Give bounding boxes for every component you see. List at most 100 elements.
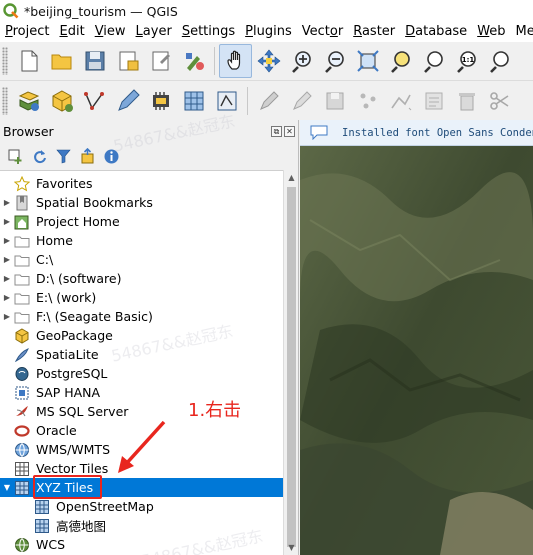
zoom-full-icon — [356, 50, 379, 72]
browser-item-star[interactable]: Favorites — [0, 174, 283, 193]
menu-raster[interactable]: Raster — [348, 22, 400, 42]
browser-item-wcs[interactable]: WCS — [0, 535, 283, 554]
browser-item-label: WCS — [36, 537, 66, 552]
browser-item-bookmark[interactable]: ▶ Spatial Bookmarks — [0, 193, 283, 212]
toolbar-separator — [214, 47, 215, 75]
toggle-editing-button[interactable] — [252, 84, 285, 118]
layout-manager-button[interactable] — [144, 44, 177, 78]
zoom-to-selection-button[interactable] — [384, 44, 417, 78]
open-project-button[interactable] — [45, 44, 78, 78]
delete-selected-button[interactable] — [450, 84, 483, 118]
svg-text:1:1: 1:1 — [461, 56, 474, 64]
vector-tiles-icon — [14, 461, 30, 477]
menu-edit[interactable]: Edit — [55, 22, 90, 42]
expanded-arrow-icon[interactable]: ▼ — [0, 483, 14, 492]
geopackage-icon — [14, 327, 30, 344]
browser-item-label: OpenStreetMap — [56, 499, 154, 514]
browser-item-label: Favorites — [36, 176, 93, 191]
vertex-editor-icon — [217, 91, 236, 110]
refresh-button[interactable] — [29, 146, 49, 166]
browser-item-xyz-layer[interactable]: OpenStreetMap — [0, 497, 283, 516]
new-project-button[interactable] — [12, 44, 45, 78]
browser-tree-scrollbar[interactable]: ▲ ▼ — [283, 170, 298, 555]
menu-layer[interactable]: Layer — [131, 22, 177, 42]
collapsed-arrow-icon[interactable]: ▶ — [0, 236, 14, 245]
scroll-up-arrow[interactable]: ▲ — [284, 170, 299, 185]
cut-features-button[interactable] — [483, 84, 516, 118]
browser-item-xyz-layer[interactable]: 高德地图 — [0, 516, 283, 535]
collapsed-arrow-icon[interactable]: ▶ — [0, 312, 14, 321]
message-bar: Installed font Open Sans Condens — [300, 120, 533, 146]
pan-map-button[interactable] — [219, 44, 252, 78]
menu-web[interactable]: Web — [472, 22, 510, 42]
style-manager-button[interactable] — [177, 44, 210, 78]
browser-item-postgresql[interactable]: PostgreSQL — [0, 364, 283, 383]
collapsed-arrow-icon[interactable]: ▶ — [0, 217, 14, 226]
scroll-thumb[interactable] — [287, 187, 296, 547]
float-panel-button[interactable]: ⧉ — [271, 125, 282, 137]
browser-item-spatialite[interactable]: SpatiaLite — [0, 345, 283, 364]
browser-item-project-home[interactable]: ▶ Project Home — [0, 212, 283, 231]
qgis-logo-icon — [3, 3, 19, 19]
zoom-last-button[interactable] — [483, 44, 516, 78]
grid-tool-button[interactable] — [177, 84, 210, 118]
pencil-tool-button[interactable] — [111, 84, 144, 118]
browser-item-folder[interactable]: ▶ D:\ (software) — [0, 269, 283, 288]
new-print-layout-button[interactable] — [111, 44, 144, 78]
collapsed-arrow-icon[interactable]: ▶ — [0, 293, 14, 302]
menu-me[interactable]: Me — [511, 22, 533, 42]
edit-pencil-disabled-icon — [259, 90, 279, 110]
browser-panel-header: Browser ⧉ ✕ — [0, 120, 298, 142]
wcs-icon — [14, 537, 30, 553]
vertex-tool-disabled-icon — [390, 94, 411, 110]
menu-database[interactable]: Database — [400, 22, 472, 42]
zoom-out-button[interactable] — [318, 44, 351, 78]
map-canvas[interactable]: Installed font Open Sans Condens — [300, 120, 533, 555]
collapsed-arrow-icon[interactable]: ▶ — [0, 255, 14, 264]
browser-item-folder[interactable]: ▶ Home — [0, 231, 283, 250]
browser-panel-toolbar — [0, 142, 298, 170]
zoom-native-icon: 1:1 — [456, 51, 476, 73]
collapsed-arrow-icon[interactable]: ▶ — [0, 274, 14, 283]
menu-plugins[interactable]: Plugins — [240, 22, 297, 42]
zoom-in-button[interactable] — [285, 44, 318, 78]
add-feature-button[interactable] — [351, 84, 384, 118]
processing-toolbox-button[interactable] — [144, 84, 177, 118]
zoom-native-button[interactable]: 1:1 — [450, 44, 483, 78]
toolbar-grip[interactable] — [2, 47, 8, 75]
zoom-to-layer-button[interactable] — [417, 44, 450, 78]
save-edits-button[interactable] — [318, 84, 351, 118]
new-geopackage-layer-button[interactable] — [45, 84, 78, 118]
collapsed-arrow-icon[interactable]: ▶ — [0, 198, 14, 207]
close-panel-button[interactable]: ✕ — [284, 125, 295, 137]
browser-item-label: Vector Tiles — [36, 461, 109, 476]
geopackage-new-icon — [52, 89, 73, 112]
data-source-manager-button[interactable] — [12, 84, 45, 118]
modify-attributes-button[interactable] — [417, 84, 450, 118]
toolbar-grip[interactable] — [2, 86, 8, 115]
menu-settings[interactable]: Settings — [177, 22, 240, 42]
scroll-down-arrow[interactable]: ▼ — [284, 540, 299, 555]
browser-item-label: C:\ — [36, 252, 54, 267]
pan-hand-icon — [226, 50, 240, 70]
browser-item-geopackage[interactable]: GeoPackage — [0, 326, 283, 345]
enable-properties-button[interactable] — [101, 146, 121, 166]
browser-item-folder[interactable]: ▶ C:\ — [0, 250, 283, 269]
pan-to-selection-button[interactable] — [252, 44, 285, 78]
filter-browser-button[interactable] — [53, 146, 73, 166]
collapse-all-button[interactable] — [77, 146, 97, 166]
browser-item-folder[interactable]: ▶ F:\ (Seagate Basic) — [0, 307, 283, 326]
save-project-button[interactable] — [78, 44, 111, 78]
menu-view[interactable]: View — [90, 22, 131, 42]
pan-to-selection-icon — [257, 49, 280, 73]
menu-project[interactable]: Project — [0, 22, 55, 42]
data-source-manager-icon — [18, 90, 39, 111]
vertex-editor-button[interactable] — [210, 84, 243, 118]
menu-vector[interactable]: Vector — [297, 22, 348, 42]
digitize-vertex-button[interactable] — [78, 84, 111, 118]
browser-item-folder[interactable]: ▶ E:\ (work) — [0, 288, 283, 307]
vertex-tool-button[interactable] — [384, 84, 417, 118]
add-selected-layers-button[interactable] — [5, 146, 25, 166]
zoom-full-button[interactable] — [351, 44, 384, 78]
current-edits-button[interactable] — [285, 84, 318, 118]
